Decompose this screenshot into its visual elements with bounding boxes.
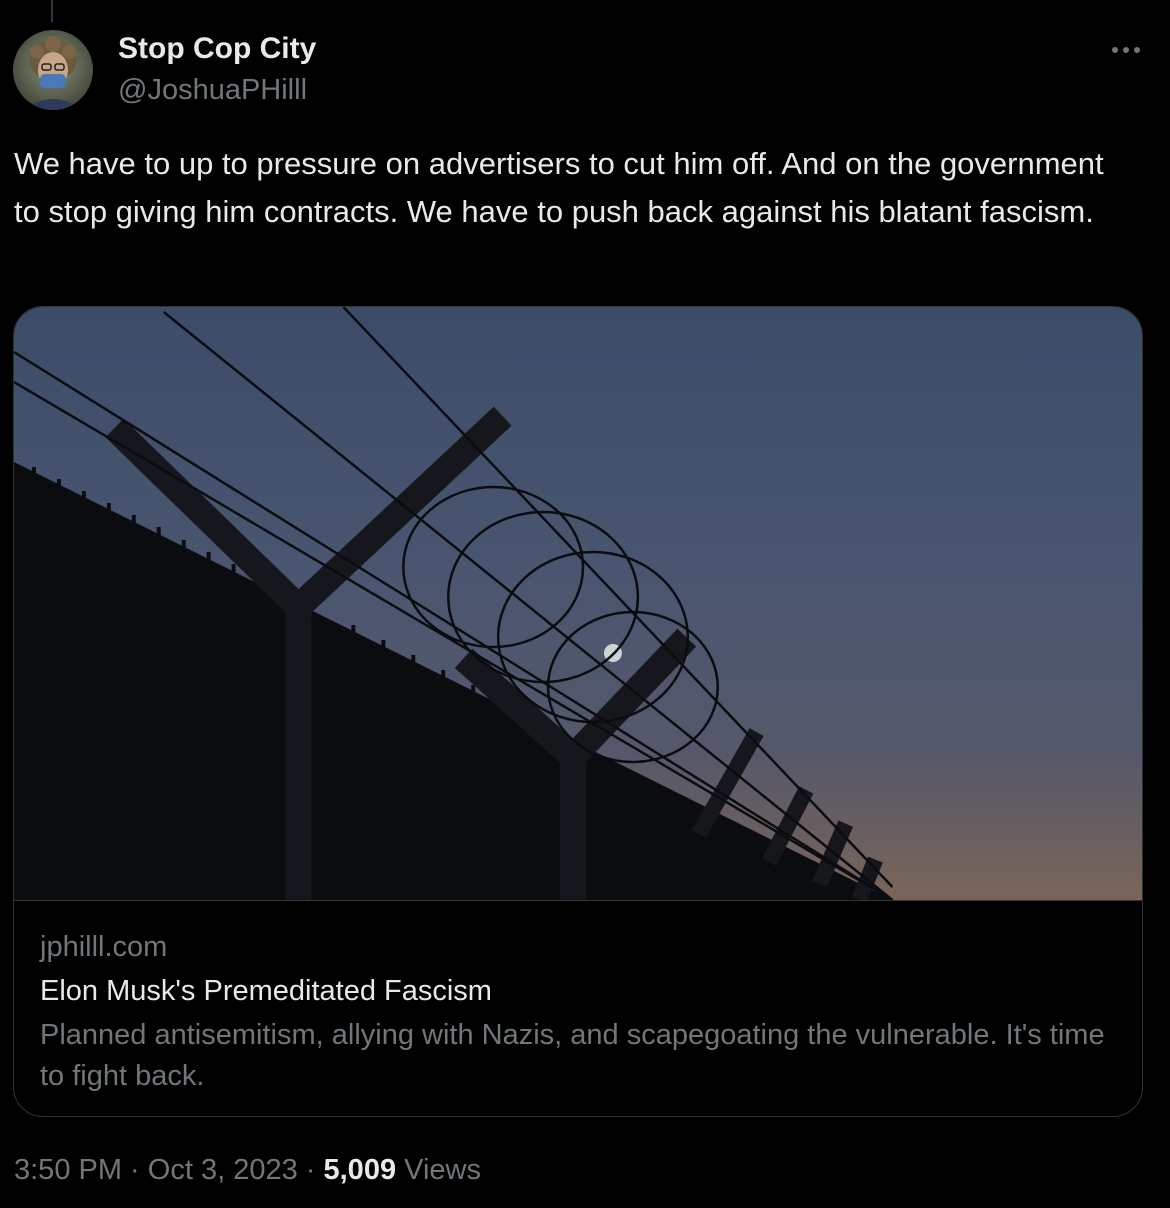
tweet-text: We have to up to pressure on advertisers… [14, 146, 1113, 229]
more-options-button[interactable] [1106, 36, 1146, 64]
tweet-time[interactable]: 3:50 PM [14, 1154, 122, 1186]
more-options-icon [1112, 47, 1140, 53]
views-label: Views [404, 1154, 481, 1186]
meta-separator: · [122, 1154, 148, 1186]
thread-connector-line [51, 0, 53, 22]
barbed-wire-fence-image [14, 307, 1142, 900]
views-count: 5,009 [323, 1154, 397, 1186]
user-avatar-icon [13, 30, 93, 110]
tweet-date[interactable]: Oct 3, 2023 [148, 1154, 298, 1186]
display-name[interactable]: Stop Cop City [118, 32, 316, 66]
card-description: Planned antisemitism, allying with Nazis… [40, 1019, 1105, 1092]
card-image [14, 307, 1142, 901]
avatar[interactable] [13, 30, 93, 110]
card-title: Elon Musk's Premeditated Fascism [40, 975, 492, 1007]
link-preview-card[interactable]: jphilll.com Elon Musk's Premeditated Fas… [13, 306, 1143, 1117]
card-domain: jphilll.com [40, 931, 168, 963]
user-handle[interactable]: @JoshuaPHilll [118, 74, 307, 107]
meta-separator: · [297, 1154, 324, 1186]
tweet-meta: 3:50 PM · Oct 3, 2023 · 5,009 Views [14, 1154, 481, 1187]
